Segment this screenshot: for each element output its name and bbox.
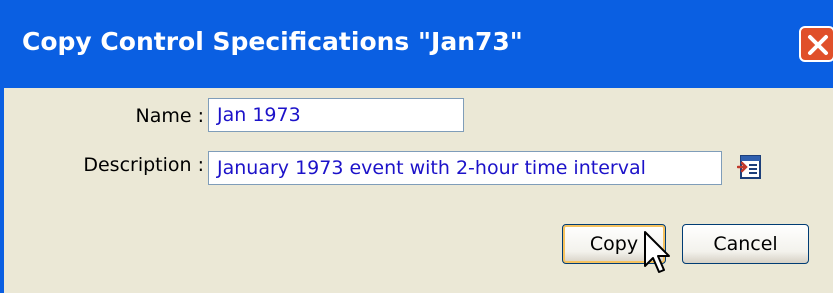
description-label: Description : [83,154,204,176]
mouse-pointer-icon [644,231,670,273]
window-border-left [0,88,4,293]
cancel-button[interactable]: Cancel [682,224,809,264]
description-field[interactable]: January 1973 event with 2-hour time inte… [208,151,722,185]
edit-text-icon [736,155,761,179]
copy-control-specifications-dialog: Copy Control Specifications "Jan73" Name… [0,0,833,293]
dialog-title: Copy Control Specifications "Jan73" [22,27,523,56]
close-button[interactable] [799,26,833,62]
name-field[interactable]: Jan 1973 [208,98,464,132]
close-icon [808,35,828,55]
edit-text-button[interactable] [736,154,763,180]
name-label: Name : [135,105,205,127]
title-bar: Copy Control Specifications "Jan73" [0,0,833,88]
